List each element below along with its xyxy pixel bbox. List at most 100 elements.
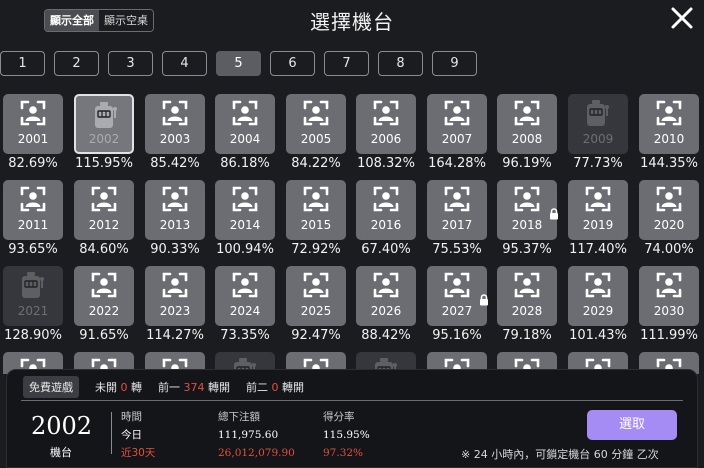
machine-tile[interactable]: 2008 [497,94,557,154]
machine-number: 2020 [653,218,685,232]
machine-tile[interactable]: 2014 [215,180,275,240]
machine-number: 2017 [441,218,473,232]
machine-number: 2015 [300,218,332,232]
machine-tile[interactable]: 2020 [639,180,699,240]
machine-number: 2028 [511,304,543,318]
close-icon[interactable] [670,4,694,32]
tab-prev-two[interactable]: 前二 0 轉開 [246,379,304,395]
machine-rate: 100.94% [216,242,274,257]
machine-tile[interactable]: 2006 [356,94,416,154]
machine-rate: 75.53% [432,242,482,257]
lock-note: ※ 24 小時內，可鎖定機台 60 分鐘 乙次 [461,448,659,461]
machine-rate: 144.35% [640,156,698,171]
machine-number: 2005 [300,132,332,146]
player-icon [585,186,611,212]
machine-tile[interactable]: 2002 [74,94,134,154]
machine-tile[interactable]: 2024 [215,266,275,326]
page-button-6[interactable]: 6 [270,51,315,76]
machine-tile[interactable]: 2022 [74,266,134,326]
machine-number: 2012 [88,218,120,232]
machine-tile[interactable]: 2029 [568,266,628,326]
machine-tile[interactable]: 2007 [427,94,487,154]
machine-tile[interactable]: 2025 [286,266,346,326]
player-icon [91,272,117,298]
machine-rate: 111.99% [640,328,698,343]
machine-number: 2026 [370,304,402,318]
player-icon [656,186,682,212]
machine-number: 2018 [511,218,543,232]
machine-tile[interactable]: 2018 [497,180,558,240]
machine-tile[interactable]: 2030 [639,266,699,326]
machine-rate: 72.92% [291,242,341,257]
page-button-1[interactable]: 1 [0,51,45,76]
slot-machine-icon [22,272,44,298]
page-button-4[interactable]: 4 [162,51,207,76]
machine-rate: 79.18% [502,328,552,343]
machine-tile[interactable]: 2011 [3,180,63,240]
time-header: 時間 [121,411,142,423]
select-machine-button[interactable]: 選取 [587,410,677,440]
machine-tile[interactable]: 2015 [286,180,346,240]
machine-number: 2021 [17,304,49,318]
machine-number: 2002 [88,132,120,146]
page-button-3[interactable]: 3 [108,51,153,76]
machine-tile[interactable]: 2019 [568,180,628,240]
machine-number: 2023 [159,304,191,318]
machine-tile[interactable]: 2010 [639,94,699,154]
player-icon [303,100,329,126]
player-icon [373,186,399,212]
machine-tile[interactable]: 2023 [145,266,205,326]
time-today: 今日 [121,429,142,441]
rate-header: 得分率 [323,411,355,423]
page-button-9[interactable]: 9 [432,51,477,76]
time-30-days: 近30天 [121,447,156,459]
machine-number: 2029 [582,304,614,318]
player-icon [303,186,329,212]
player-icon [162,100,188,126]
machine-rate: 67.40% [361,242,411,257]
header: 顯示全部 顯示空桌 選擇機台 [0,0,704,42]
machine-grid: 2001 82.69% 2002 115.95% 2003 85.42% 2004 86.18… [0,94,704,374]
machine-tile[interactable]: 2027 [427,266,488,326]
page-button-8[interactable]: 8 [378,51,423,76]
panel-tabs: 免費遊戲 未開 0 轉 前一 374 轉開 前二 0 轉開 [23,376,320,398]
machine-tile[interactable]: 2009 [568,94,628,154]
machine-tile[interactable]: 2021 [3,266,63,326]
machine-rate: 101.43% [569,328,627,343]
machine-rate: 84.60% [79,242,129,257]
machine-tile[interactable]: 2028 [497,266,557,326]
tab-unopened[interactable]: 未開 0 轉 [95,379,142,395]
machine-tile[interactable]: 2003 [145,94,205,154]
page-selector: 123456789 [0,51,704,77]
machine-tile[interactable]: 2013 [145,180,205,240]
player-icon [514,272,540,298]
player-icon [514,100,540,126]
machine-rate: 82.69% [8,156,58,171]
tab-free-game[interactable]: 免費遊戲 [23,376,79,398]
machine-tile[interactable]: 2001 [3,94,63,154]
machine-tile[interactable]: 2012 [74,180,134,240]
rate-30-days: 97.32% [323,447,364,459]
machine-number: 2010 [653,132,685,146]
rate-column: 得分率 115.95% 97.32% [323,408,370,462]
machine-rate: 88.42% [361,328,411,343]
machine-rate: 77.73% [573,156,623,171]
machine-tile[interactable]: 2026 [356,266,416,326]
machine-rate: 93.65% [8,242,58,257]
page-button-7[interactable]: 7 [324,51,369,76]
machine-tile[interactable]: 2004 [215,94,275,154]
bet-30-days: 26,012,079.90 [218,447,295,459]
page-button-2[interactable]: 2 [54,51,99,76]
machine-rate: 95.16% [432,328,482,343]
machine-number: 2016 [370,218,402,232]
machine-tile[interactable]: 2005 [286,94,346,154]
machine-number: 2024 [229,304,261,318]
tab-prev-one[interactable]: 前一 374 轉開 [158,379,230,395]
machine-tile[interactable]: 2017 [427,180,487,240]
machine-info-panel: 免費遊戲 未開 0 轉 前一 374 轉開 前二 0 轉開 2002 機台 時間… [6,369,698,468]
machine-tile[interactable]: 2016 [356,180,416,240]
time-column: 時間 今日 近30天 [121,408,155,462]
page-button-5[interactable]: 5 [216,51,261,76]
machine-number: 2001 [17,132,49,146]
machine-rate: 96.19% [502,156,552,171]
